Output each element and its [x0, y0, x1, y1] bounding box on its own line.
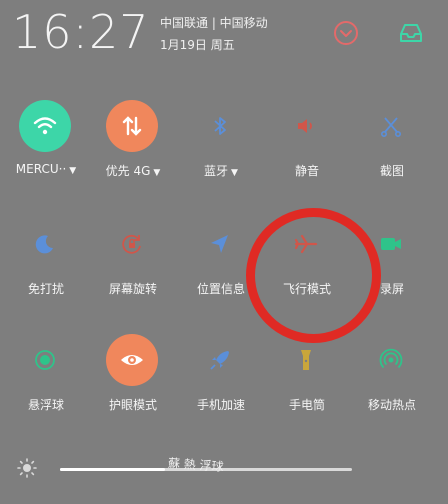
tile-flashlight[interactable]: 手电筒 [261, 334, 353, 434]
tile-floating-ball[interactable]: 悬浮球 [0, 334, 92, 434]
location-arrow-icon [194, 218, 246, 270]
moon-icon [19, 218, 71, 270]
chevron-down-circle-icon[interactable] [333, 20, 359, 46]
tile-label: 移动热点 [367, 398, 416, 412]
data-transfer-icon [106, 100, 158, 152]
tile-label: 护眼模式 [108, 398, 157, 412]
eye-icon [106, 334, 158, 386]
tile-label: 手电筒 [288, 398, 325, 412]
tile-label: 免打扰 [27, 282, 64, 296]
tile-screenshot[interactable]: 截图 [346, 100, 438, 200]
tile-label: 蓝牙 ▼ [204, 164, 238, 178]
carrier-label: 中国联通 | 中国移动 [160, 16, 268, 30]
floating-ball-icon [19, 334, 71, 386]
sun-icon [17, 458, 37, 478]
tile-bluetooth[interactable]: 蓝牙 ▼ [175, 100, 267, 200]
tile-mobile-hotspot[interactable]: 移动热点 [346, 334, 438, 434]
tile-label: 屏幕旋转 [108, 282, 157, 296]
tile-screen-rotation[interactable]: 屏幕旋转 [87, 218, 179, 318]
tile-phone-boost[interactable]: 手机加速 [175, 334, 267, 434]
clock-time: 16:27 [12, 5, 150, 59]
tile-label: MERCU·· ▼ [15, 162, 77, 176]
brightness-slider-fill [60, 468, 166, 471]
date-label: 1月19日 周五 [160, 38, 235, 52]
tile-label: 优先 4G ▼ [105, 164, 161, 178]
rocket-icon [194, 334, 246, 386]
inbox-tray-icon[interactable] [398, 20, 424, 46]
bluetooth-icon [194, 100, 246, 152]
tile-eye-protection[interactable]: 护眼模式 [87, 334, 179, 434]
hotspot-icon [365, 334, 417, 386]
wifi-icon [19, 100, 71, 152]
overlay-text: 蘇 熱 浮球 [167, 456, 225, 474]
tile-wifi[interactable]: MERCU·· ▼ [0, 100, 92, 200]
tile-label: 手机加速 [196, 398, 245, 412]
tile-label: 截图 [379, 164, 404, 178]
tile-do-not-disturb[interactable]: 免打扰 [0, 218, 92, 318]
brightness-row: 蘇 熱 浮球 [0, 446, 448, 496]
rotation-lock-icon [106, 218, 158, 270]
scissors-icon [365, 100, 417, 152]
tile-mobile-data[interactable]: 优先 4G ▼ [87, 100, 179, 200]
tile-mute[interactable]: 静音 [261, 100, 353, 200]
tile-label: 静音 [294, 164, 319, 178]
speaker-icon [280, 100, 332, 152]
annotation-circle [246, 208, 381, 343]
tile-label: 悬浮球 [27, 398, 64, 412]
